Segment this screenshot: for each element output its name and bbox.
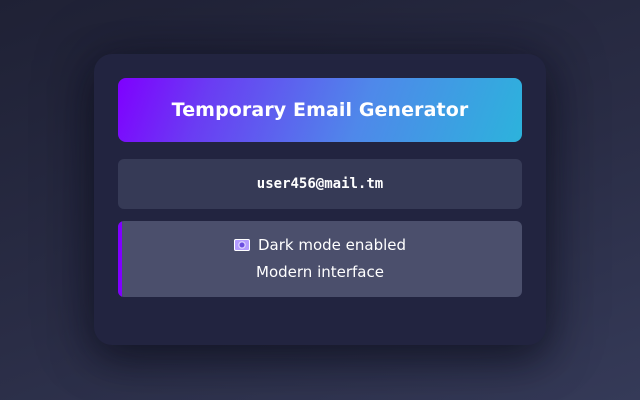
- email-address[interactable]: user456@mail.tm: [257, 176, 383, 192]
- interface-label: Modern interface: [256, 263, 384, 281]
- header-banner: Temporary Email Generator: [118, 78, 522, 142]
- app-title: Temporary Email Generator: [171, 99, 469, 121]
- email-display[interactable]: user456@mail.tm: [118, 159, 522, 209]
- dark-mode-label: Dark mode enabled: [257, 236, 407, 254]
- info-accent-bar: [118, 221, 122, 297]
- dark-mode-icon: [233, 239, 250, 251]
- dark-mode-status: Dark mode enabled: [118, 236, 522, 254]
- interface-status: Modern interface: [118, 263, 522, 281]
- info-panel: Dark mode enabled Modern interface: [118, 221, 522, 297]
- generator-card: Temporary Email Generator user456@mail.t…: [94, 54, 546, 345]
